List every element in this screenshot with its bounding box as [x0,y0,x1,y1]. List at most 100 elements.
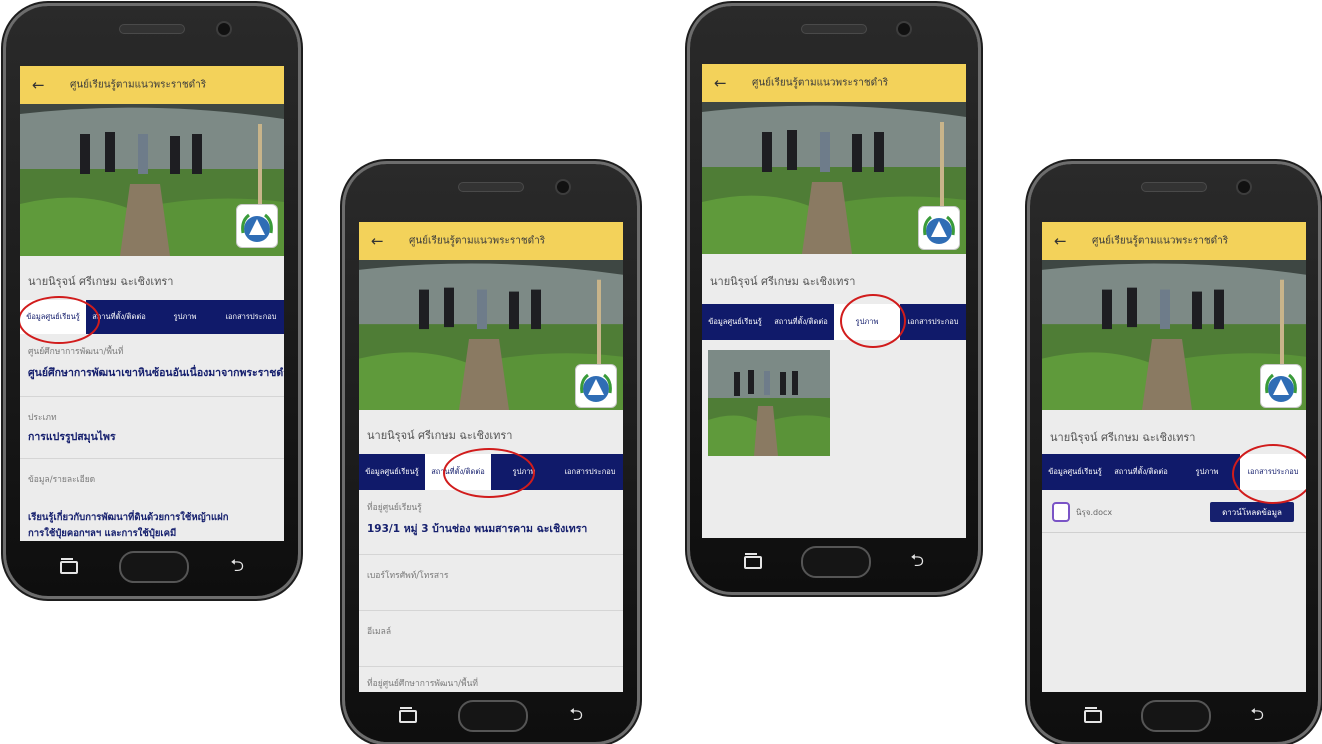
tab-location-contact[interactable]: สถานที่ตั้ง/ติดต่อ [86,300,152,334]
document-file-name: นิรุจ.docx [1076,508,1113,517]
back-arrow-icon[interactable]: ← [714,74,727,92]
back-key-icon[interactable]: ⮌ [1250,702,1264,731]
app-title: ศูนย์เรียนรู้ตามแนวพระราชดำริ [752,77,889,89]
tab-documents[interactable]: เอกสารประกอบ [1240,454,1306,490]
nav-bar: ⮌ [744,546,924,578]
field-phone: เบอร์โทรศัพท์/โทรสาร [359,554,623,611]
speaker-grille [801,24,867,34]
tab-photos[interactable]: รูปภาพ [491,454,557,490]
person-name: นายนิรุจน์ ศรีเกษม ฉะเชิงเทรา [28,275,174,288]
field-label: ที่อยู่ศูนย์ศึกษาการพัฒนา/พื้นที่ [367,679,479,689]
recents-icon[interactable] [744,552,762,569]
screen-3: ← ศูนย์เรียนรู้ตามแนวพระราชดำริ นายนิรุจ… [702,64,966,538]
app-bar: ← ศูนย์เรียนรู้ตามแนวพระราชดำริ [20,66,284,104]
center-logo [575,364,617,408]
photo-thumbnail[interactable] [708,350,830,456]
thumbnail-image [708,350,830,456]
phone-4: ← ศูนย์เรียนรู้ตามแนวพระราชดำริ นายนิรุจ… [1030,164,1318,742]
tab-bar: ข้อมูลศูนย์เรียนรู้ สถานที่ตั้ง/ติดต่อ ร… [702,304,966,340]
recents-icon[interactable] [60,557,78,574]
phone-2: ← ศูนย์เรียนรู้ตามแนวพระราชดำริ นายนิรุจ… [345,164,637,742]
field-label: ประเภท [28,413,57,423]
center-photo [1042,260,1306,410]
field-value: เรียนรู้เกี่ยวกับการพัฒนาที่ดินด้วยการใช… [28,512,229,523]
home-button[interactable] [119,551,190,583]
field-address: ที่อยู่ศูนย์เรียนรู้ 193/1 หมู่ 3 บ้านช่… [359,490,623,555]
field-value: 193/1 หมู่ 3 บ้านช่อง พนมสารคาม ฉะเชิงเท… [367,523,588,535]
recents-icon[interactable] [1084,706,1102,723]
home-button[interactable] [458,700,529,732]
person-name: นายนิรุจน์ ศรีเกษม ฉะเชิงเทรา [1050,431,1196,444]
tab-center-info[interactable]: ข้อมูลศูนย์เรียนรู้ [359,454,425,490]
center-photo [20,104,284,256]
tab-documents[interactable]: เอกสารประกอบ [900,304,966,340]
app-bar: ← ศูนย์เรียนรู้ตามแนวพระราชดำริ [1042,222,1306,260]
app-bar: ← ศูนย์เรียนรู้ตามแนวพระราชดำริ [702,64,966,102]
center-photo [359,260,623,410]
field-label: อีเมลล์ [367,627,392,637]
front-camera [896,21,912,37]
tab-location-contact[interactable]: สถานที่ตั้ง/ติดต่อ [1108,454,1174,490]
field-type: ประเภท การแปรรูปสมุนไพร [20,396,284,459]
tab-photos[interactable]: รูปภาพ [1174,454,1240,490]
app-bar: ← ศูนย์เรียนรู้ตามแนวพระราชดำริ [359,222,623,260]
speaker-grille [119,24,185,34]
app-title: ศูนย์เรียนรู้ตามแนวพระราชดำริ [1092,235,1229,247]
home-button[interactable] [801,546,872,578]
back-arrow-icon[interactable]: ← [371,232,384,250]
tab-documents[interactable]: เอกสารประกอบ [218,300,284,334]
field-label: ที่อยู่ศูนย์เรียนรู้ [367,503,422,513]
document-row: นิรุจ.docx ดาวน์โหลดข้อมูล [1042,490,1306,533]
nav-bar: ⮌ [399,700,583,732]
tab-center-info[interactable]: ข้อมูลศูนย์เรียนรู้ [702,304,768,340]
tab-photos[interactable]: รูปภาพ [834,304,900,340]
field-value-line2: การใช้ปุ๋ยคอกฯลฯ และการใช้ปุ๋ยเคมี [28,528,177,539]
tab-bar: ข้อมูลศูนย์เรียนรู้ สถานที่ตั้ง/ติดต่อ ร… [20,300,284,334]
center-logo [1260,364,1302,408]
front-camera [1236,179,1252,195]
field-development-center: ศูนย์ศึกษาการพัฒนา/พื้นที่ ศูนย์ศึกษาการ… [20,334,284,397]
app-title: ศูนย์เรียนรู้ตามแนวพระราชดำริ [409,235,546,247]
tab-bar: ข้อมูลศูนย์เรียนรู้ สถานที่ตั้ง/ติดต่อ ร… [1042,454,1306,490]
back-key-icon[interactable]: ⮌ [910,548,924,577]
person-name: นายนิรุจน์ ศรีเกษม ฉะเชิงเทรา [367,429,513,442]
tab-center-info[interactable]: ข้อมูลศูนย์เรียนรู้ [1042,454,1108,490]
phone-1: ← ศูนย์เรียนรู้ตามแนวพระราชดำริ นายนิรุจ… [6,6,298,596]
screen-4: ← ศูนย์เรียนรู้ตามแนวพระราชดำริ นายนิรุจ… [1042,222,1306,692]
phone-3: ← ศูนย์เรียนรู้ตามแนวพระราชดำริ นายนิรุจ… [690,6,978,592]
nav-bar: ⮌ [1084,700,1264,732]
tab-documents[interactable]: เอกสารประกอบ [557,454,623,490]
field-label: เบอร์โทรศัพท์/โทรสาร [367,571,449,581]
nav-bar: ⮌ [60,551,244,583]
field-details: ข้อมูล/รายละเอียด เรียนรู้เกี่ยวกับการพั… [20,458,284,541]
screen-2: ← ศูนย์เรียนรู้ตามแนวพระราชดำริ นายนิรุจ… [359,222,623,692]
screen-1: ← ศูนย์เรียนรู้ตามแนวพระราชดำริ นายนิรุจ… [20,66,284,541]
field-development-area-address: ที่อยู่ศูนย์ศึกษาการพัฒนา/พื้นที่ [359,666,623,692]
back-arrow-icon[interactable]: ← [1054,232,1067,250]
center-photo [702,102,966,254]
app-title: ศูนย์เรียนรู้ตามแนวพระราชดำริ [70,79,207,91]
front-camera [216,21,232,37]
center-logo [918,206,960,250]
tab-location-contact[interactable]: สถานที่ตั้ง/ติดต่อ [425,454,491,490]
front-camera [555,179,571,195]
field-label: ศูนย์ศึกษาการพัฒนา/พื้นที่ [28,347,124,357]
person-name: นายนิรุจน์ ศรีเกษม ฉะเชิงเทรา [710,275,856,288]
tab-location-contact[interactable]: สถานที่ตั้ง/ติดต่อ [768,304,834,340]
tab-photos[interactable]: รูปภาพ [152,300,218,334]
back-arrow-icon[interactable]: ← [32,76,45,94]
speaker-grille [458,182,524,192]
tab-bar: ข้อมูลศูนย์เรียนรู้ สถานที่ตั้ง/ติดต่อ ร… [359,454,623,490]
field-label: ข้อมูล/รายละเอียด [28,475,96,485]
document-icon [1052,502,1070,522]
home-button[interactable] [1141,700,1212,732]
recents-icon[interactable] [399,706,417,723]
back-key-icon[interactable]: ⮌ [230,553,244,582]
tab-center-info[interactable]: ข้อมูลศูนย์เรียนรู้ [20,300,86,334]
back-key-icon[interactable]: ⮌ [569,702,583,731]
download-button[interactable]: ดาวน์โหลดข้อมูล [1210,502,1294,522]
field-value: การแปรรูปสมุนไพร [28,431,116,443]
center-logo [236,204,278,248]
field-value: ศูนย์ศึกษาการพัฒนาเขาหินซ้อนอันเนื่องมาจ… [28,367,284,379]
field-email: อีเมลล์ [359,610,623,667]
